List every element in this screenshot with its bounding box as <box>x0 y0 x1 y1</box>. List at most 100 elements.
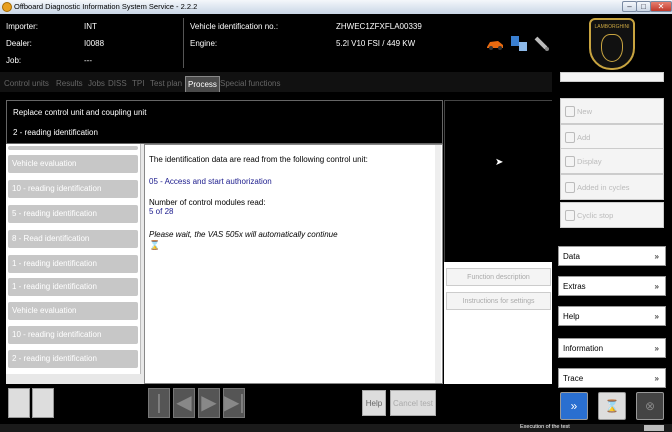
count-value: 5 of 28 <box>149 207 174 216</box>
menu-trace[interactable]: Trace » <box>558 368 666 388</box>
process-title: Replace control unit and coupling unit <box>13 108 147 117</box>
mouse-cursor-icon: ➤ <box>495 157 504 168</box>
cyclic-stop-button[interactable]: Cyclic stop <box>560 202 664 228</box>
cyclic-stop-label: Cyclic stop <box>577 211 614 220</box>
control-unit-name: 05 - Access and start authorization <box>149 177 272 186</box>
menu-data[interactable]: Data » <box>558 246 666 266</box>
brand-logo-panel: LAMBORGHINI <box>552 14 672 72</box>
cancel-icon[interactable]: ⊗ <box>636 392 664 420</box>
tab-jobs[interactable]: Jobs <box>86 76 107 92</box>
window-title: Offboard Diagnostic Information System S… <box>14 2 198 11</box>
close-button[interactable]: ✕ <box>650 1 672 12</box>
chevron-down-icon: » <box>654 374 659 383</box>
list-item[interactable]: 1 - reading identification <box>8 278 138 296</box>
stop-icon <box>565 210 575 221</box>
engine-value: 5.2l V10 FSI / 449 KW <box>336 39 416 48</box>
list-item[interactable]: 5 - reading identification <box>8 205 138 223</box>
maximize-button[interactable]: □ <box>636 1 651 12</box>
list-item[interactable]: 10 - reading identification <box>8 180 138 198</box>
header-divider <box>183 18 184 68</box>
next-button[interactable]: ▶ <box>198 388 220 418</box>
tab-special-functions[interactable]: Special functions <box>218 76 282 92</box>
header: Importer: INT Dealer: I0088 Job: --- Veh… <box>0 14 552 72</box>
cancel-test-button[interactable]: Cancel test <box>390 390 436 416</box>
importer-value: INT <box>84 22 97 31</box>
title-bar: Offboard Diagnostic Information System S… <box>0 0 672 14</box>
list-item[interactable]: 10 - reading identification <box>8 326 138 344</box>
function-description-button[interactable]: Function description <box>446 268 551 286</box>
list-item[interactable]: 2 - reading identification <box>8 350 138 368</box>
add-label: Add <box>577 133 591 142</box>
lamborghini-logo: LAMBORGHINI <box>589 18 635 70</box>
menu-information-label: Information <box>563 344 604 353</box>
display-icon <box>565 156 575 167</box>
tab-results[interactable]: Results <box>54 76 85 92</box>
intro-text: The identification data are read from th… <box>149 155 368 164</box>
new-icon <box>565 106 575 117</box>
brand-name: LAMBORGHINI <box>594 24 630 30</box>
job-label: Job: <box>6 56 22 65</box>
horizontal-scrollbar[interactable] <box>6 374 146 384</box>
dealer-label: Dealer: <box>6 39 32 48</box>
message-panel: The identification data are read from th… <box>144 144 443 384</box>
instructions-button[interactable]: Instructions for settings <box>446 292 551 310</box>
status-text: Execution of the test <box>520 424 570 430</box>
tab-process[interactable]: Process <box>185 76 220 92</box>
add-button[interactable]: Add <box>560 124 664 150</box>
process-header: Replace control unit and coupling unit 2… <box>6 100 443 144</box>
previous-button[interactable]: ◀ <box>173 388 195 418</box>
new-label: New <box>577 107 593 116</box>
new-button[interactable]: New <box>560 98 664 124</box>
message-scrollbar[interactable] <box>435 145 441 383</box>
dealer-value: I0088 <box>84 39 105 48</box>
right-panel: New Add Display Added in cycles Cyclic s… <box>552 72 672 424</box>
minimize-button[interactable]: – <box>622 1 637 12</box>
menu-extras-label: Extras <box>563 282 586 291</box>
hourglass-icon: ⌛ <box>149 240 161 250</box>
cycles-icon <box>565 182 575 193</box>
search-document-icon[interactable] <box>32 388 54 418</box>
chevron-down-icon: » <box>654 252 659 261</box>
menu-data-label: Data <box>563 252 580 261</box>
tab-test-plan[interactable]: Test plan <box>148 76 184 92</box>
chevron-down-icon: » <box>654 282 659 291</box>
menu-help-label: Help <box>563 312 580 321</box>
job-value: --- <box>84 56 92 65</box>
tab-diss[interactable]: DISS <box>106 76 129 92</box>
last-page-button[interactable]: ▶| <box>223 388 245 418</box>
display-label: Display <box>577 157 602 166</box>
count-label: Number of control modules read: <box>149 198 266 207</box>
bottom-navigation: |◀ ◀ ▶ ▶| Help Cancel test <box>0 384 552 432</box>
menu-extras[interactable]: Extras » <box>558 276 666 296</box>
app-icon <box>2 2 12 12</box>
tab-control-units[interactable]: Control units <box>2 76 51 92</box>
list-item[interactable]: 8 - Read identification <box>8 230 138 248</box>
display-button[interactable]: Display <box>560 148 664 174</box>
stopwatch-icon[interactable]: ⌛ <box>598 392 626 420</box>
first-page-button[interactable]: |◀ <box>148 388 170 432</box>
list-item-partial <box>8 146 138 150</box>
tab-bar: Control units Results Jobs DISS TPI Test… <box>0 72 552 92</box>
add-icon <box>565 132 575 143</box>
menu-help[interactable]: Help » <box>558 306 666 326</box>
chevron-down-icon: » <box>654 312 659 321</box>
menu-trace-label: Trace <box>563 374 584 383</box>
tab-tpi[interactable]: TPI <box>130 76 146 92</box>
bull-emblem-icon <box>601 34 623 62</box>
list-item[interactable]: Vehicle evaluation <box>8 302 138 320</box>
step-list[interactable]: Vehicle evaluation 10 - reading identifi… <box>6 144 148 384</box>
car-icon[interactable] <box>486 38 504 50</box>
connection-icon[interactable] <box>510 34 528 52</box>
forward-icon[interactable]: » <box>560 392 588 420</box>
list-item[interactable]: 1 - reading identification <box>8 255 138 273</box>
status-bar: Execution of the test <box>0 424 672 432</box>
added-in-cycles-button[interactable]: Added in cycles <box>560 174 664 200</box>
list-item[interactable]: Vehicle evaluation <box>8 155 138 173</box>
wait-text: Please wait, the VAS 505x will automatic… <box>149 230 338 239</box>
diagnostic-plug-icon[interactable] <box>534 34 550 52</box>
chevron-down-icon: » <box>654 344 659 353</box>
engine-label: Engine: <box>190 39 218 48</box>
help-button[interactable]: Help <box>362 390 386 416</box>
menu-information[interactable]: Information » <box>558 338 666 358</box>
document-icon[interactable] <box>8 388 30 418</box>
